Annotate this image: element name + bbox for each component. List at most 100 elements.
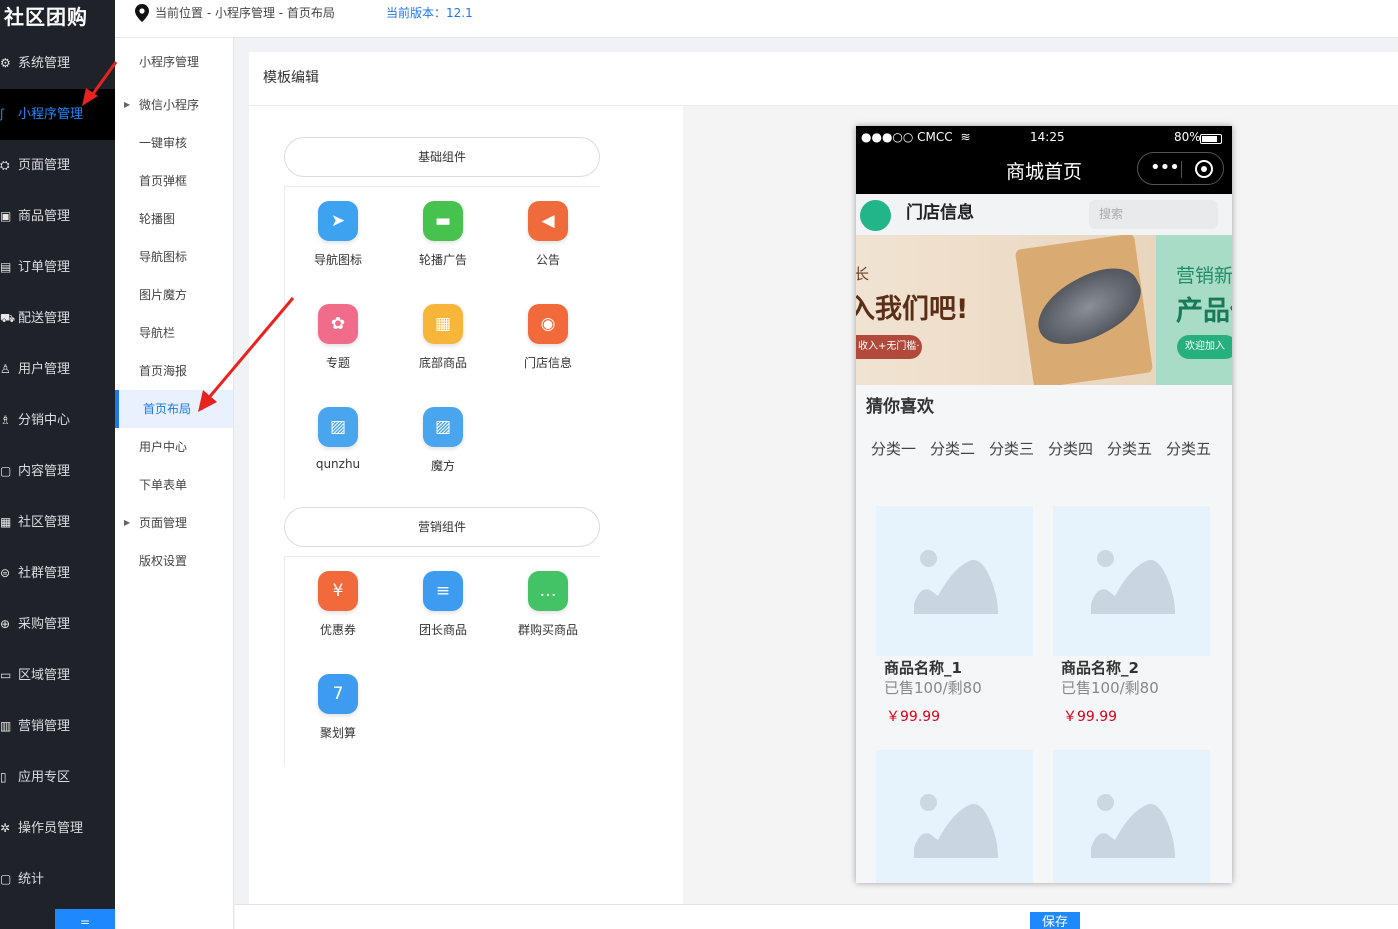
subnav-item-label: 用户中心	[139, 440, 188, 454]
component-tile-basic-1[interactable]: ▬ 轮播广告	[393, 201, 493, 268]
store-info-icon: ◉	[528, 304, 568, 344]
component-tile-basic-2[interactable]: ◀ 公告	[498, 201, 598, 268]
subnav-item-4[interactable]: 轮播图	[115, 200, 233, 238]
breadcrumb: 当前位置 - 小程序管理 - 首页布局	[155, 6, 335, 20]
basic-components-grid: ➤ 导航图标 ▬ 轮播广告 ◀ 公告 ✿ 专题 ▦ 底部商品 ◉ 门店信息 ▨ qunzhu ▨ 魔方	[284, 186, 600, 499]
product-card[interactable]	[876, 750, 1033, 883]
icon-glyph: ▦	[434, 314, 452, 334]
stats-icon: ▢	[0, 872, 12, 886]
subnav-item-0[interactable]: 小程序管理	[115, 38, 233, 86]
mountain-icon	[1091, 804, 1175, 858]
carrier-label: ●●●○○ CMCC	[861, 130, 953, 144]
component-tile-marketing-1[interactable]: ≡ 团长商品	[393, 571, 493, 638]
product-price: ￥99.99	[1063, 709, 1118, 725]
expand-arrow-icon[interactable]: ▶	[124, 504, 130, 542]
store-name: 门店信息	[906, 203, 974, 223]
component-tile-marketing-0[interactable]: ¥ 优惠券	[288, 571, 388, 638]
basic-components-header[interactable]: 基础组件	[284, 137, 600, 177]
nav-item-label: 页面管理	[18, 158, 71, 173]
banner-right-badge: 欢迎加入	[1177, 335, 1232, 359]
subnav-item-8[interactable]: 首页海报	[115, 352, 233, 390]
store-info-bar[interactable]: 门店信息 搜索	[856, 194, 1232, 235]
icon-glyph: ▨	[329, 417, 347, 437]
nav-item-label: 小程序管理	[18, 107, 84, 122]
nav-item-10[interactable]: ⊜ 社群管理	[0, 548, 115, 599]
expand-arrow-icon[interactable]: ▶	[124, 86, 130, 124]
calendar-icon: 7	[318, 674, 358, 714]
nav-item-0[interactable]: ⚙ 系统管理	[0, 38, 115, 89]
component-tile-basic-6[interactable]: ▨ qunzhu	[288, 407, 388, 471]
category-tab-1[interactable]: 分类二	[930, 438, 989, 459]
component-tile-marketing-2[interactable]: … 群购买商品	[498, 571, 598, 638]
location-pin-icon	[135, 4, 149, 22]
nav-item-5[interactable]: ⛟ 配送管理	[0, 293, 115, 344]
banner-right-text: 营销新店	[1176, 265, 1232, 287]
subnav-item-label: 微信小程序	[139, 98, 200, 112]
nav-item-15[interactable]: ✲ 操作员管理	[0, 803, 115, 854]
product-card[interactable]	[1053, 750, 1210, 883]
product-image-placeholder	[1053, 750, 1210, 883]
nav-item-label: 系统管理	[18, 56, 71, 71]
save-button[interactable]: 保存	[1030, 912, 1080, 929]
subnav-item-11[interactable]: 下单表单	[115, 466, 233, 504]
nav-item-13[interactable]: ▥ 营销管理	[0, 701, 115, 752]
nav-item-2[interactable]: ⛭ 页面管理	[0, 140, 115, 191]
gear-icon: ⚙	[0, 56, 11, 70]
nav-item-3[interactable]: ▣ 商品管理	[0, 191, 115, 242]
nav-item-1[interactable]: ʃ 小程序管理	[0, 89, 115, 140]
app-root: 社区团购 ⚙ 系统管理 ʃ 小程序管理 ⛭ 页面管理 ▣ 商品管理 ▤ 订单管理 ⛟ 配送管理 ♙ 用户管…	[0, 0, 1398, 929]
category-tab-0[interactable]: 分类一	[871, 438, 930, 459]
subnav-item-1[interactable]: ▶ 微信小程序	[115, 86, 233, 124]
subnav-item-12[interactable]: ▶ 页面管理	[115, 504, 233, 542]
product-card[interactable]: 商品名称_2 已售100/剩80 ￥99.99	[1053, 506, 1210, 727]
category-tab-4[interactable]: 分类五	[1107, 438, 1166, 459]
phone-preview: ●●●○○ CMCC ≋ 14:25 80% 商城首页 ••• 门店信息 搜索 …	[856, 126, 1232, 883]
sub-sidebar: 小程序管理 ▶ 微信小程序一键审核 首页弹框 轮播图 导航图标 图片魔方 导航栏 首页海报 首页布…	[115, 38, 234, 929]
sidebar-toggle-button[interactable]: =	[55, 909, 115, 929]
nav-item-6[interactable]: ♙ 用户管理	[0, 344, 115, 395]
component-tile-basic-4[interactable]: ▦ 底部商品	[393, 304, 493, 371]
subnav-item-9[interactable]: 首页布局	[115, 390, 233, 428]
component-tile-basic-7[interactable]: ▨ 魔方	[393, 407, 493, 474]
subnav-item-3[interactable]: 首页弹框	[115, 162, 233, 200]
component-tile-basic-5[interactable]: ◉ 门店信息	[498, 304, 598, 371]
nav-item-14[interactable]: ▯ 应用专区	[0, 752, 115, 803]
component-tile-marketing-3[interactable]: 7 聚划算	[288, 674, 388, 741]
product-name: 商品名称_1	[884, 659, 962, 677]
subnav-item-5[interactable]: 导航图标	[115, 238, 233, 276]
nav-item-9[interactable]: ▦ 社区管理	[0, 497, 115, 548]
subnav-item-label: 小程序管理	[139, 55, 200, 69]
subnav-item-6[interactable]: 图片魔方	[115, 276, 233, 314]
nav-item-16[interactable]: ▢ 统计	[0, 854, 115, 905]
product-card[interactable]: 商品名称_1 已售100/剩80 ￥99.99	[876, 506, 1033, 727]
category-tab-3[interactable]: 分类四	[1048, 438, 1107, 459]
subnav-item-2[interactable]: 一键审核	[115, 124, 233, 162]
nav-item-7[interactable]: ♗ 分销中心	[0, 395, 115, 446]
battery-percent: 80%	[1174, 130, 1201, 144]
subnav-item-13[interactable]: 版权设置	[115, 542, 233, 580]
subnav-item-7[interactable]: 导航栏	[115, 314, 233, 352]
nav-item-4[interactable]: ▤ 订单管理	[0, 242, 115, 293]
category-tab-5[interactable]: 分类五	[1166, 438, 1225, 459]
nav-item-11[interactable]: ⊕ 采购管理	[0, 599, 115, 650]
marketing-components-header[interactable]: 营销组件	[284, 507, 600, 547]
nav-item-12[interactable]: ▭ 区域管理	[0, 650, 115, 701]
carousel-banner[interactable]: 长 入我们吧! 收入+无门槛· 营销新店 产品供 欢迎加入	[856, 235, 1232, 385]
user-icon: ♙	[0, 362, 11, 376]
component-tile-basic-3[interactable]: ✿ 专题	[288, 304, 388, 371]
search-input[interactable]: 搜索	[1089, 200, 1218, 229]
component-tile-basic-0[interactable]: ➤ 导航图标	[288, 201, 388, 268]
subnav-item-label: 下单表单	[139, 478, 188, 492]
subnav-item-10[interactable]: 用户中心	[115, 428, 233, 466]
nav-item-8[interactable]: ▢ 内容管理	[0, 446, 115, 497]
carrier-status: ●●●○○ CMCC ≋	[861, 130, 971, 144]
nav-item-label: 区域管理	[18, 668, 71, 683]
more-dots-icon[interactable]: •••	[1150, 156, 1180, 180]
operator-icon: ✲	[0, 821, 11, 835]
category-tab-2[interactable]: 分类三	[989, 438, 1048, 459]
nav-item-label: 操作员管理	[18, 821, 84, 836]
content-icon: ▢	[0, 464, 12, 478]
marketing-icon: ▥	[0, 719, 12, 733]
miniprogram-capsule[interactable]: •••	[1137, 152, 1224, 185]
close-circle-icon[interactable]	[1195, 160, 1213, 178]
